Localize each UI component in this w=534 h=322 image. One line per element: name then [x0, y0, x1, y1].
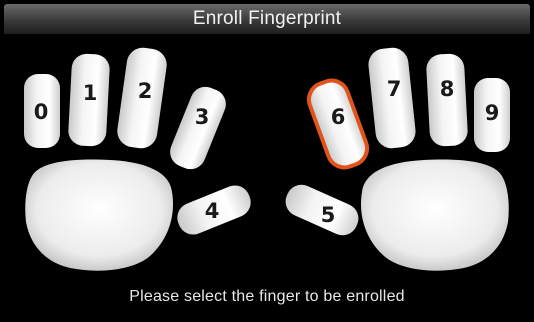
right-palm: [360, 159, 509, 271]
finger-9-right-little[interactable]: 9: [474, 78, 510, 152]
svg-text:0: 0: [34, 100, 49, 124]
enroll-fingerprint-screen: Enroll Fingerprint 0 1 2 3 4 5 6 7 8 9 P…: [0, 0, 534, 322]
window-title: Enroll Fingerprint: [4, 4, 530, 34]
svg-text:2: 2: [138, 79, 153, 103]
finger-5-right-thumb[interactable]: 5: [281, 180, 363, 240]
svg-text:1: 1: [83, 81, 98, 105]
hands-diagram: 0 1 2 3 4 5 6 7 8 9: [24, 46, 510, 271]
svg-text:8: 8: [440, 77, 455, 101]
svg-text:5: 5: [321, 203, 336, 227]
finger-0-left-little[interactable]: 0: [24, 74, 60, 148]
svg-text:9: 9: [485, 101, 500, 125]
finger-7-right-middle[interactable]: 7: [367, 46, 417, 150]
finger-1-left-ring[interactable]: 1: [68, 53, 111, 147]
finger-3-left-index[interactable]: 3: [166, 82, 231, 173]
svg-text:7: 7: [387, 77, 402, 101]
status-message: Please select the finger to be enrolled: [129, 288, 405, 305]
finger-8-right-ring[interactable]: 8: [426, 53, 469, 147]
left-palm: [25, 159, 174, 271]
finger-4-left-thumb[interactable]: 4: [173, 181, 255, 239]
svg-text:6: 6: [331, 105, 346, 129]
svg-text:4: 4: [205, 199, 220, 223]
svg-text:3: 3: [195, 105, 210, 129]
finger-6-right-index[interactable]: 6: [304, 76, 372, 172]
finger-2-left-middle[interactable]: 2: [115, 46, 169, 151]
